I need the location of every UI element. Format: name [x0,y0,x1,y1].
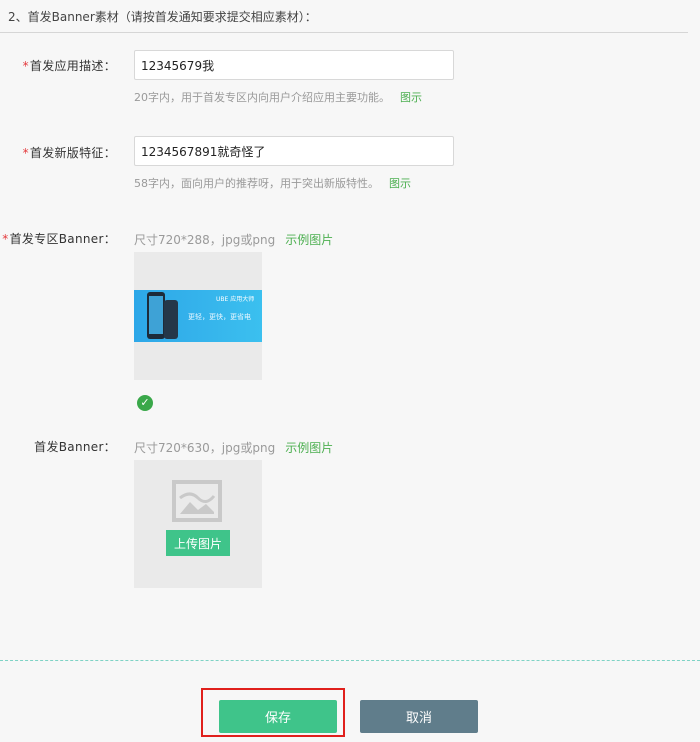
required-mark: * [2,232,9,246]
new-version-feature-input[interactable] [134,136,454,166]
required-mark: * [22,59,29,73]
app-description-input[interactable] [134,50,454,80]
footer-divider [0,660,700,661]
zone-banner-example-link[interactable]: 示例图片 [285,233,333,247]
banner-spec-text: 尺寸720*630，jpg或png [134,441,276,455]
cancel-button[interactable]: 取消 [360,700,478,733]
new-version-feature-hint: 58字内，面向用户的推荐呀，用于突出新版特性。 图示 [134,175,411,191]
banner-upload-box[interactable]: 上传图片 [134,460,262,588]
image-placeholder-icon [172,480,222,522]
banner-spec: 尺寸720*630，jpg或png 示例图片 [134,439,333,456]
new-version-feature-label: *首发新版特征： [23,144,116,161]
zone-banner-spec-text: 尺寸720*288，jpg或png [134,233,276,247]
save-button[interactable]: 保存 [219,700,337,733]
app-description-example-link[interactable]: 图示 [400,91,422,104]
banner-brand-text: UBE 应用大师 [216,296,255,303]
banner-example-link[interactable]: 示例图片 [285,441,333,455]
zone-banner-preview-image: UBE 应用大师 更轻，更快，更省电 [134,290,262,342]
phone-graphic [147,292,165,339]
new-version-feature-example-link[interactable]: 图示 [389,177,411,190]
app-description-hint: 20字内，用于首发专区内向用户介绍应用主要功能。 图示 [134,89,422,105]
phone-graphic [164,300,178,339]
section-divider [0,32,688,33]
upload-image-button[interactable]: 上传图片 [166,530,230,556]
check-circle-icon: ✓ [137,395,153,411]
app-description-label: *首发应用描述： [23,57,116,74]
banner-label-text: 首发Banner： [34,440,116,454]
app-description-hint-text: 20字内，用于首发专区内向用户介绍应用主要功能。 [134,91,390,104]
zone-banner-label: *首发专区Banner： [2,230,116,247]
zone-banner-spec: 尺寸720*288，jpg或png 示例图片 [134,231,333,248]
zone-banner-upload-box[interactable]: UBE 应用大师 更轻，更快，更省电 [134,252,262,380]
required-mark: * [22,146,29,160]
banner-slogan-text: 更轻，更快，更省电 [188,313,251,321]
new-version-feature-label-text: 首发新版特征： [29,146,116,160]
app-description-label-text: 首发应用描述： [29,59,116,73]
banner-label: 首发Banner： [34,438,116,455]
zone-banner-label-text: 首发专区Banner： [9,232,116,246]
new-version-feature-hint-text: 58字内，面向用户的推荐呀，用于突出新版特性。 [134,177,379,190]
section-title: 2、首发Banner素材（请按首发通知要求提交相应素材）： [8,10,317,24]
